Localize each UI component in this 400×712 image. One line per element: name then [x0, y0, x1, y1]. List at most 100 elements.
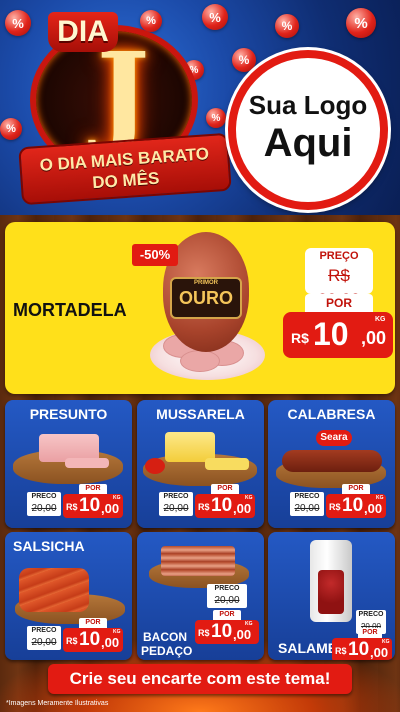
new-price-box: R$ 10 ,00 KG: [195, 494, 255, 518]
price-tag: PRECO 20,00 POR R$ 10 ,00 KG: [27, 618, 127, 660]
por-label: POR: [358, 628, 382, 638]
price-integer: 10: [348, 639, 370, 660]
price-unit: KG: [382, 639, 390, 645]
preco-label: PRECO: [207, 584, 247, 594]
price-unit: KG: [375, 316, 386, 323]
product-name: PRESUNTO: [29, 406, 108, 422]
old-price: 20,00: [207, 594, 247, 608]
hero-product-name: MORTADELA: [13, 300, 127, 320]
product-card-presunto[interactable]: PRESUNTO PRECO 20,00 POR R$ 10 ,00 KG: [5, 400, 132, 528]
calabresa-image: [282, 450, 382, 472]
price-unit: KG: [245, 621, 253, 627]
create-flyer-button[interactable]: Crie seu encarte com este tema!: [48, 664, 352, 694]
por-label: POR: [305, 294, 373, 312]
price-unit: KG: [113, 495, 121, 501]
old-price: R$ 20,00: [307, 264, 371, 309]
currency: R$: [66, 636, 78, 646]
product-name: MUSSARELA: [156, 406, 245, 422]
preco-label: PRECO: [290, 492, 324, 502]
currency: R$: [66, 502, 78, 512]
dia-label: DIA: [48, 12, 118, 52]
tomato-image: [145, 458, 165, 474]
old-price: 20,00: [159, 502, 193, 516]
price-decimal: ,00: [233, 627, 252, 642]
bacon-image: [161, 546, 235, 576]
new-price-box: R$ 10 ,00 KG: [332, 638, 392, 660]
price-integer: 10: [342, 495, 364, 516]
currency: R$: [291, 330, 309, 346]
price-unit: KG: [376, 495, 384, 501]
new-price-box: R$ 10 ,00 KG: [283, 312, 393, 358]
preco-label: PRECO: [159, 492, 193, 502]
seara-brand-badge: Seara: [316, 430, 352, 446]
old-price: 20,00: [27, 502, 61, 516]
product-name-line1: BACON: [143, 630, 187, 644]
preco-label: PRECO: [356, 610, 386, 620]
por-label: POR: [79, 484, 107, 494]
price-tag: PRECO 20,00 POR R$ 10 ,00 KG: [332, 610, 394, 660]
new-price-box: R$ 10 ,00 KG: [63, 628, 123, 652]
logo-text-line2: Aqui: [263, 121, 353, 165]
price-decimal: ,00: [101, 635, 120, 650]
price-decimal: ,00: [101, 501, 120, 516]
price-decimal: ,00: [370, 645, 389, 660]
new-price-box: R$ 10 ,00 KG: [326, 494, 386, 518]
logo-placeholder[interactable]: Sua Logo Aqui: [228, 50, 388, 210]
price-decimal: ,00: [233, 501, 252, 516]
brand-label: PRIMOR OURO: [170, 277, 242, 319]
preco-label: PRECO: [27, 492, 61, 502]
discount-badge: -50%: [132, 244, 178, 266]
price-integer: 10: [211, 621, 233, 642]
price-integer: 10: [79, 495, 101, 516]
price-tag: PRECO 20,00 POR R$ 10 ,00 KG: [27, 484, 127, 526]
brand-top-text: PRIMOR: [194, 280, 218, 286]
mussarela-slice-image: [205, 458, 249, 470]
old-price: 20,00: [27, 636, 61, 650]
percent-bubble-icon: %: [5, 10, 31, 36]
product-card-mussarela[interactable]: MUSSARELA PRECO 20,00 POR R$ 10 ,00 KG: [137, 400, 264, 528]
hero-offer-card[interactable]: MORTADELA PRIMOR OURO -50% PREÇO R$ 20,0…: [5, 222, 395, 394]
salsicha-image: [19, 568, 89, 612]
currency: R$: [329, 502, 341, 512]
new-price-box: R$ 10 ,00 KG: [63, 494, 123, 518]
price-integer: 10: [211, 495, 233, 516]
price-unit: KG: [113, 629, 121, 635]
currency: R$: [335, 646, 347, 656]
percent-bubble-icon: %: [232, 48, 256, 72]
brand-name: OURO: [179, 288, 233, 308]
product-card-bacon[interactable]: BACON PEDAÇO PRECO 20,00 POR R$ 10 ,00 K…: [137, 532, 264, 660]
price-tag: PRECO 20,00 POR R$ 10 ,00 KG: [159, 484, 259, 526]
product-card-salame[interactable]: SALAME PRECO 20,00 POR R$ 10 ,00 KG: [268, 532, 395, 660]
por-label: POR: [342, 484, 370, 494]
currency: R$: [198, 502, 210, 512]
price-decimal: ,00: [364, 501, 383, 516]
percent-bubble-icon: %: [346, 8, 376, 38]
new-price-box: R$ 10 ,00 KG: [195, 620, 259, 644]
price-integer: 10: [313, 316, 349, 352]
logo-text-line1: Sua Logo: [248, 90, 368, 120]
price-tag: PRECO 20,00 POR R$ 10 ,00 KG: [195, 584, 263, 654]
currency: R$: [198, 628, 210, 638]
old-price: 20,00: [290, 502, 324, 516]
price-integer: 10: [79, 629, 101, 650]
hero-price-tag: PREÇO R$ 20,00 POR R$ 10 ,00 KG: [281, 246, 393, 386]
mortadela-slice-image: [180, 350, 220, 372]
por-label: POR: [79, 618, 107, 628]
salame-slices-image: [318, 570, 344, 614]
preco-label: PREÇO: [319, 250, 359, 262]
por-label: POR: [211, 484, 239, 494]
product-card-salsicha[interactable]: SALSICHA PRECO 20,00 POR R$ 10 ,00 KG: [5, 532, 132, 660]
disclaimer-text: *Imagens Meramente Ilustrativas: [6, 700, 109, 707]
old-price-box: PREÇO R$ 20,00: [305, 248, 373, 309]
percent-bubble-icon: %: [202, 4, 228, 30]
percent-bubble-icon: %: [275, 14, 299, 38]
preco-label: PRECO: [27, 626, 61, 636]
product-name-line2: PEDAÇO: [141, 644, 193, 658]
product-name: SALSICHA: [13, 538, 85, 554]
product-name: CALABRESA: [287, 406, 376, 422]
product-card-calabresa[interactable]: CALABRESA Seara PRECO 20,00 POR R$ 10 ,0…: [268, 400, 395, 528]
price-tag: PRECO 20,00 POR R$ 10 ,00 KG: [290, 484, 390, 526]
header-banner: % % % % % % % % % J DIA O DIA MAIS BARAT…: [0, 0, 400, 215]
product-name: SALAME: [278, 640, 338, 656]
presunto-slice-image: [65, 458, 109, 468]
